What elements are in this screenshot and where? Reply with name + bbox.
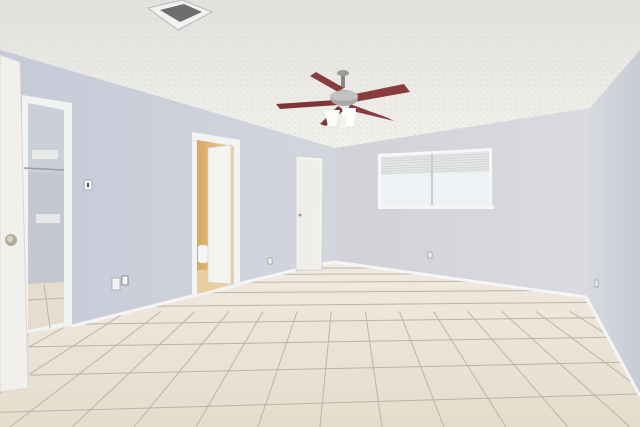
room-scene xyxy=(0,0,640,427)
bathroom-doorway xyxy=(192,132,240,298)
door-knob-icon[interactable] xyxy=(5,234,17,246)
closet-doorway xyxy=(22,95,72,334)
light-switch-icon[interactable] xyxy=(83,179,93,191)
window-with-blinds xyxy=(378,148,494,209)
closed-door[interactable] xyxy=(295,155,324,271)
